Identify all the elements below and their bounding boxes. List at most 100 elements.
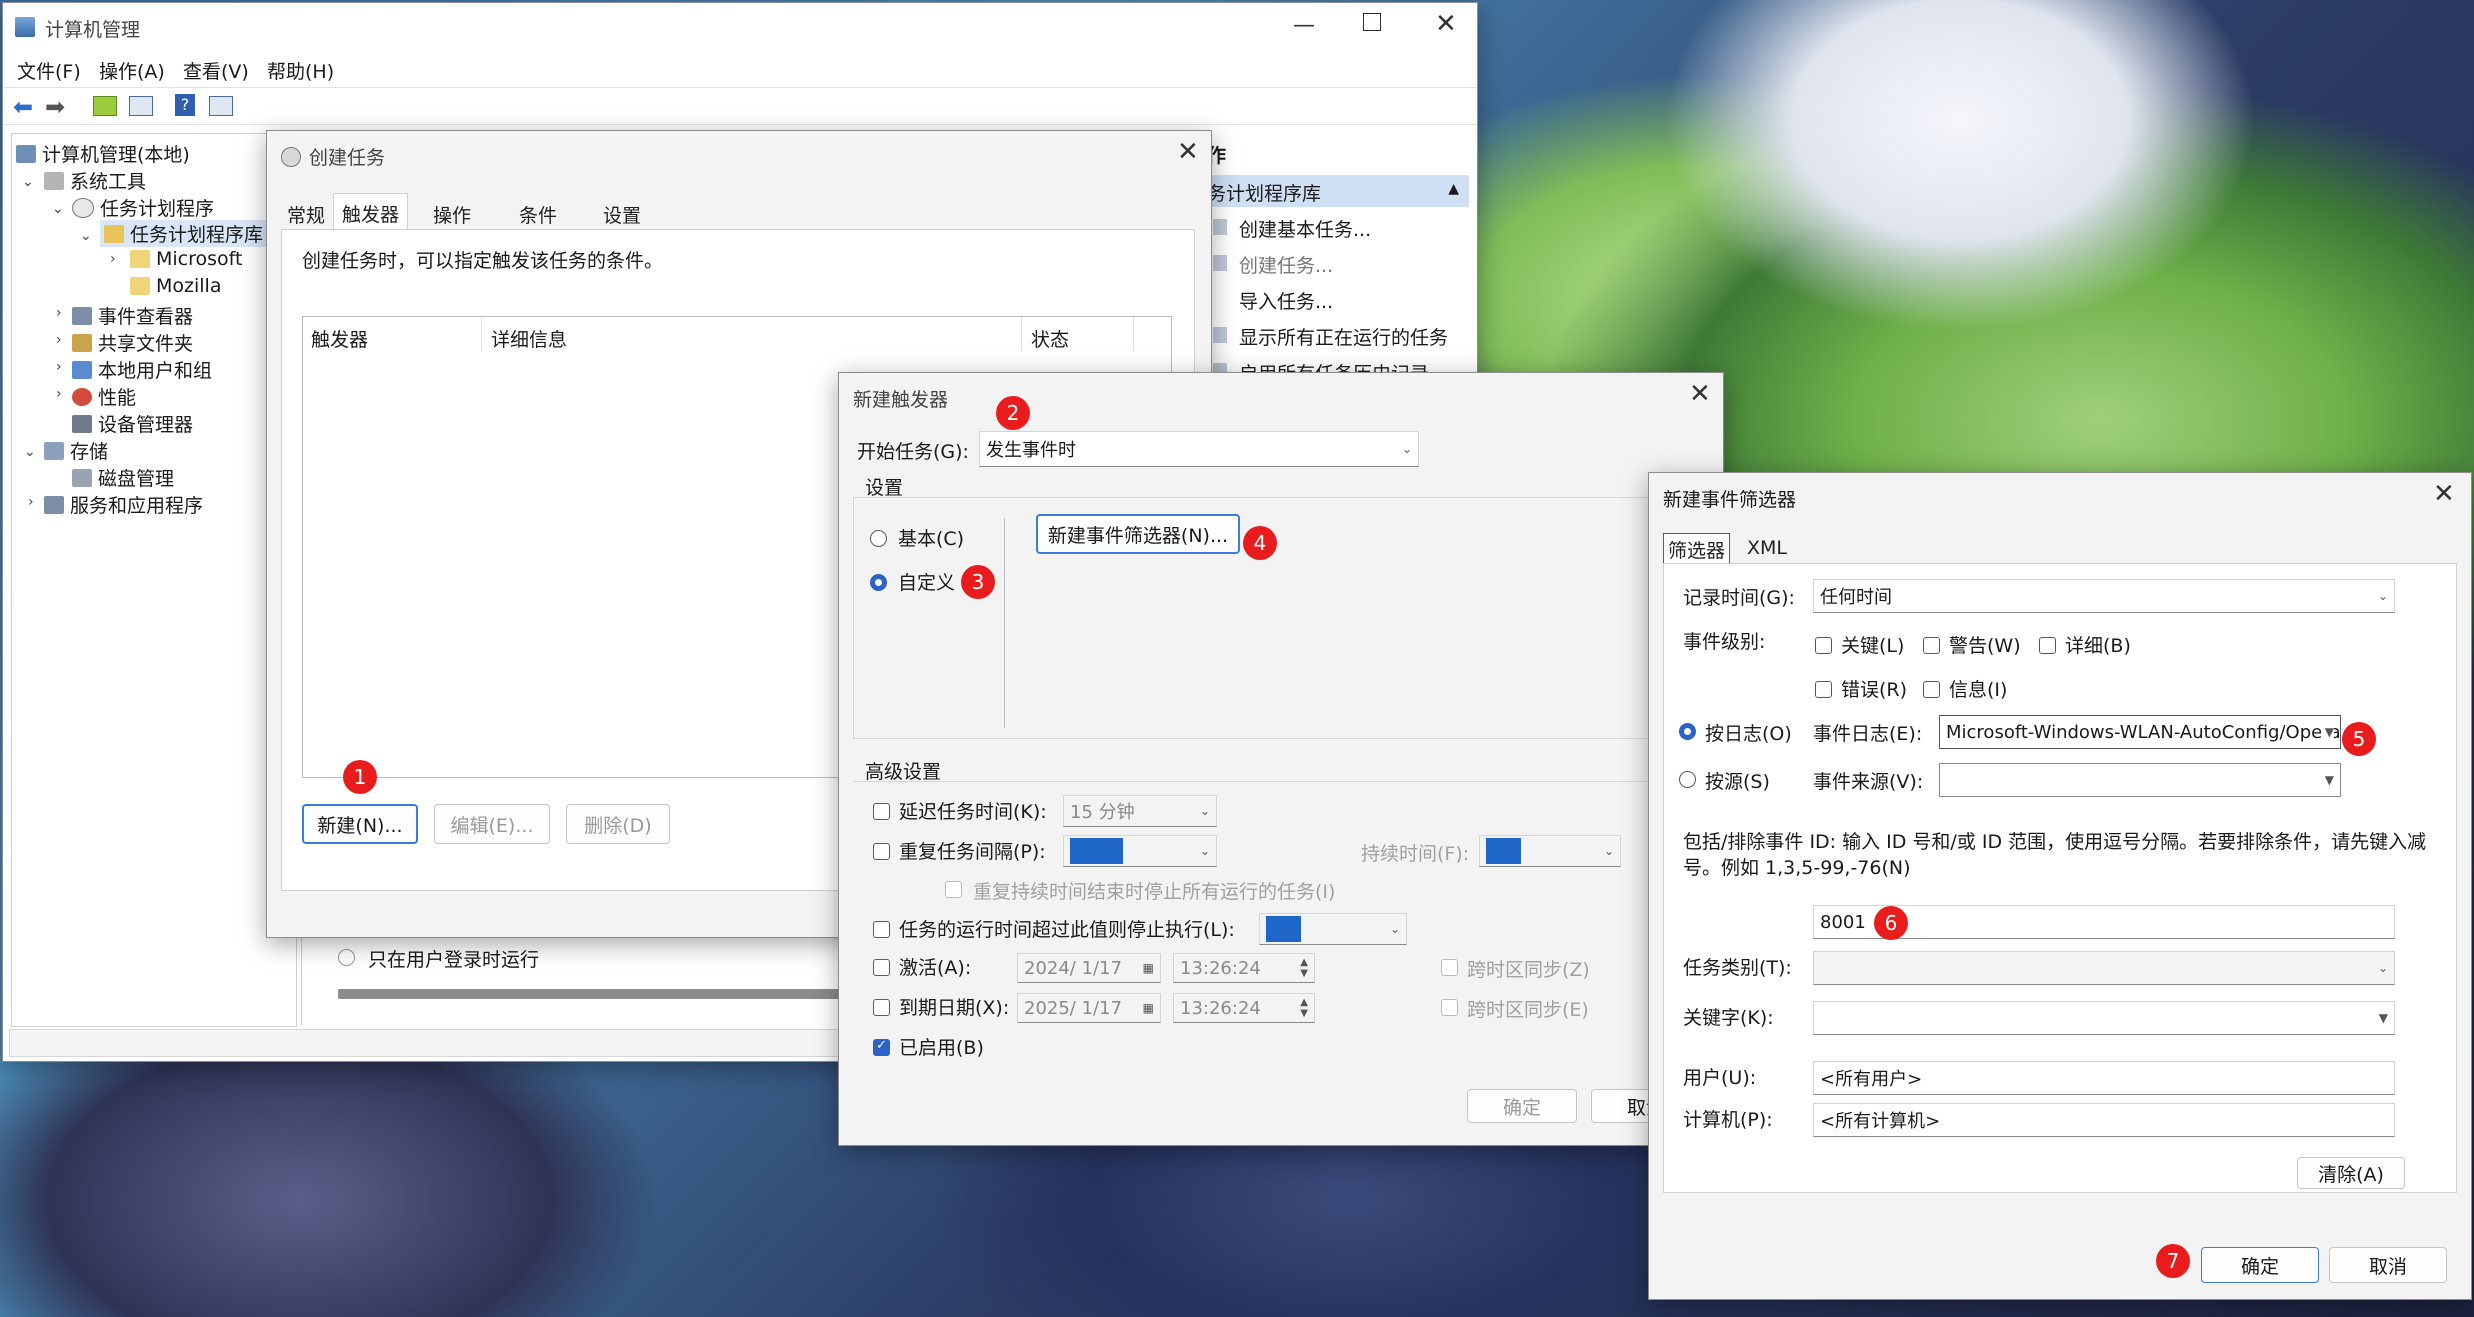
user-input[interactable]: <所有用户>	[1813, 1061, 2395, 1095]
tab-actions[interactable]: 操作	[433, 201, 471, 228]
task-category-dropdown[interactable]: ⌄	[1813, 951, 2395, 985]
tree-item-services-applications[interactable]: 服务和应用程序	[44, 491, 203, 518]
chevron-right-icon[interactable]: ›	[56, 305, 62, 321]
column-header-status[interactable]: 状态	[1031, 325, 1069, 352]
by-source-radio[interactable]	[1679, 771, 1696, 788]
tree-item-mozilla[interactable]: Mozilla	[130, 275, 221, 297]
new-trigger-button[interactable]: 新建(N)...	[302, 804, 418, 844]
help-icon[interactable]: ?	[175, 94, 195, 116]
level-warning-checkbox[interactable]	[1923, 637, 1940, 654]
delay-task-dropdown[interactable]: 15 分钟 ⌄	[1063, 795, 1217, 827]
tab-filter[interactable]: 筛选器	[1663, 533, 1731, 566]
computer-input[interactable]: <所有计算机>	[1813, 1103, 2395, 1137]
tree-item-disk-management[interactable]: 磁盘管理	[72, 464, 174, 491]
event-logs-dropdown[interactable]: Microsoft-Windows-WLAN-AutoConfig/Operat…	[1939, 715, 2341, 749]
close-icon[interactable]: ✕	[1689, 379, 1711, 409]
tab-xml[interactable]: XML	[1747, 537, 1787, 559]
tree-item-device-manager[interactable]: 设备管理器	[72, 410, 193, 437]
chevron-right-icon[interactable]: ›	[56, 359, 62, 375]
stop-if-runs-longer-dropdown[interactable]: 3 天 ⌄	[1259, 913, 1407, 945]
show-hide-tree-icon[interactable]	[129, 96, 153, 116]
expire-checkbox[interactable]	[873, 999, 890, 1016]
custom-radio[interactable]	[870, 574, 887, 591]
action-display-running-tasks[interactable]: 显示所有正在运行的任务	[1239, 323, 1448, 350]
run-only-when-logged-on-radio[interactable]	[338, 949, 355, 966]
menu-help[interactable]: 帮助(H)	[267, 57, 334, 84]
tree-item-local-users-groups[interactable]: 本地用户和组	[72, 356, 212, 383]
forward-icon[interactable]: ➡	[45, 93, 65, 121]
level-information-checkbox[interactable]	[1923, 681, 1940, 698]
tree-item-system-tools[interactable]: 系统工具	[44, 167, 146, 194]
delay-task-checkbox[interactable]	[873, 803, 890, 820]
level-error-checkbox[interactable]	[1815, 681, 1832, 698]
chevron-right-icon[interactable]: ›	[28, 494, 34, 510]
back-icon[interactable]: ⬅	[13, 93, 33, 121]
chevron-right-icon[interactable]: ›	[56, 386, 62, 402]
chevron-right-icon[interactable]: ›	[56, 332, 62, 348]
column-header-trigger[interactable]: 触发器	[311, 325, 368, 352]
action-import-task[interactable]: 导入任务...	[1239, 287, 1333, 314]
close-icon[interactable]: ✕	[1435, 9, 1457, 39]
up-folder-icon[interactable]	[93, 96, 117, 116]
level-verbose-checkbox[interactable]	[2039, 637, 2056, 654]
clear-filter-button[interactable]: 清除(A)	[2297, 1157, 2405, 1189]
edit-trigger-button[interactable]: 编辑(E)...	[434, 804, 550, 844]
minimize-icon[interactable]: —	[1293, 13, 1315, 38]
logged-dropdown[interactable]: 任何时间 ⌄	[1813, 579, 2395, 613]
enabled-checkbox[interactable]	[873, 1038, 890, 1056]
tree-item-microsoft[interactable]: Microsoft	[130, 248, 242, 270]
tree-item-performance[interactable]: 性能	[72, 383, 136, 410]
stop-at-end-of-duration-checkbox[interactable]	[945, 881, 962, 898]
activate-checkbox[interactable]	[873, 959, 890, 976]
activate-date-picker[interactable]: 2024/ 1/17 ▦	[1017, 953, 1161, 983]
expire-date-picker[interactable]: 2025/ 1/17 ▦	[1017, 993, 1161, 1023]
maximize-icon[interactable]	[1363, 13, 1381, 31]
menu-view[interactable]: 查看(V)	[183, 57, 249, 84]
basic-radio[interactable]	[870, 530, 887, 547]
chevron-down-icon[interactable]: ⌄	[80, 228, 92, 244]
menu-action[interactable]: 操作(A)	[99, 57, 165, 84]
stop-if-runs-longer-checkbox[interactable]	[873, 921, 890, 938]
event-id-help-text: 包括/排除事件 ID: 输入 ID 号和/或 ID 范围，使用逗号分隔。若要排除…	[1683, 831, 2427, 879]
collapse-up-icon[interactable]: ▲	[1448, 181, 1459, 197]
repeat-task-checkbox[interactable]	[873, 843, 890, 860]
tree-item-storage[interactable]: 存储	[44, 437, 108, 464]
start-task-dropdown[interactable]: 发生事件时 ⌄	[979, 431, 1419, 467]
trigger-ok-button[interactable]: 确定	[1467, 1089, 1577, 1123]
tree-item-task-scheduler[interactable]: 任务计划程序	[72, 194, 214, 221]
repeat-interval-dropdown[interactable]: 1 小时 ⌄	[1063, 835, 1217, 867]
level-critical-checkbox[interactable]	[1815, 637, 1832, 654]
expire-time-spinner[interactable]: 13:26:24 ▲ ▼	[1173, 993, 1315, 1023]
sync-timezone-expire-checkbox[interactable]	[1441, 999, 1458, 1016]
new-event-filter-button[interactable]: 新建事件筛选器(N)...	[1036, 514, 1240, 554]
delete-trigger-button[interactable]: 删除(D)	[566, 804, 670, 844]
settings-group: 基本(C) 自定义 新建事件筛选器(N)...	[853, 497, 1725, 739]
chevron-right-icon[interactable]: ›	[110, 251, 116, 267]
action-pane-icon[interactable]	[209, 96, 233, 116]
sync-timezone-activate-checkbox[interactable]	[1441, 959, 1458, 976]
tree-item-computer-management[interactable]: 计算机管理(本地)	[16, 140, 190, 167]
chevron-down-icon[interactable]: ⌄	[52, 201, 64, 217]
tab-general[interactable]: 常规	[287, 201, 325, 228]
chevron-down-icon[interactable]: ⌄	[24, 444, 36, 460]
action-create-task[interactable]: 创建任务...	[1239, 251, 1333, 278]
tab-conditions[interactable]: 条件	[519, 201, 557, 228]
duration-dropdown[interactable]: 1 天 ⌄	[1479, 835, 1621, 867]
close-icon[interactable]: ✕	[2433, 479, 2455, 509]
action-create-basic-task[interactable]: 创建基本任务...	[1239, 215, 1371, 242]
filter-ok-button[interactable]: 确定	[2201, 1247, 2319, 1283]
actions-group-header[interactable]: 务计划程序库 ▲	[1205, 175, 1469, 207]
filter-cancel-button[interactable]: 取消	[2329, 1247, 2447, 1283]
tree-item-shared-folders[interactable]: 共享文件夹	[72, 329, 193, 356]
close-icon[interactable]: ✕	[1177, 137, 1199, 167]
tree-item-task-scheduler-library[interactable]: 任务计划程序库	[100, 220, 268, 247]
column-header-details[interactable]: 详细信息	[491, 325, 567, 352]
keywords-dropdown[interactable]: ▼	[1813, 1001, 2395, 1035]
menu-file[interactable]: 文件(F)	[17, 57, 81, 84]
tab-settings[interactable]: 设置	[603, 201, 641, 228]
by-log-radio[interactable]	[1679, 723, 1696, 740]
tree-item-event-viewer[interactable]: 事件查看器	[72, 302, 193, 329]
chevron-down-icon[interactable]: ⌄	[22, 174, 34, 190]
event-source-dropdown[interactable]: ▼	[1939, 763, 2341, 797]
activate-time-spinner[interactable]: 13:26:24 ▲ ▼	[1173, 953, 1315, 983]
